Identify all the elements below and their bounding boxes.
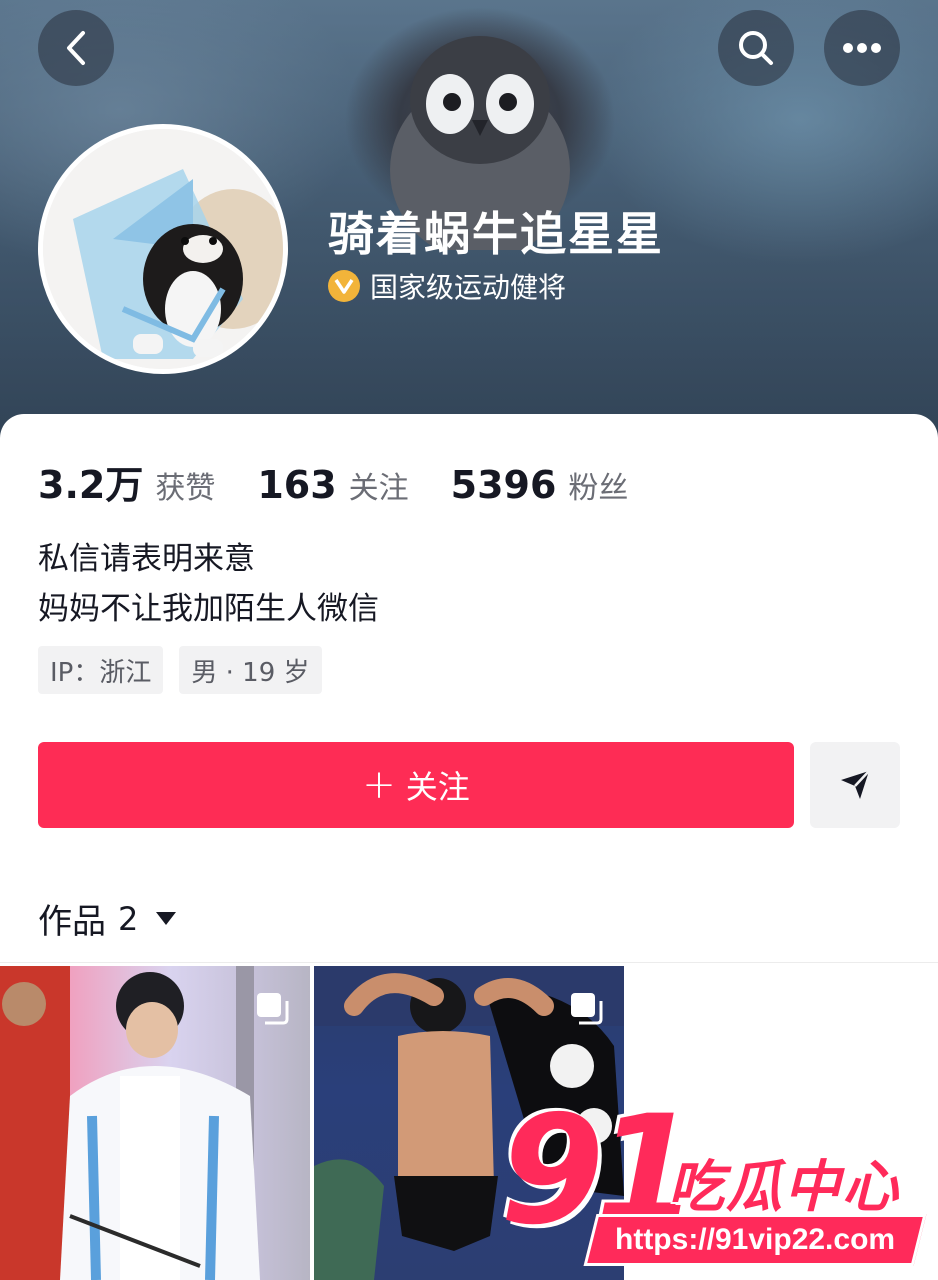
work-thumbnail[interactable] [0, 966, 310, 1280]
send-message-icon [841, 770, 870, 799]
stat-label: 关注 [348, 471, 409, 506]
stat-following[interactable]: 163 关注 [257, 463, 408, 507]
profile-cover: 骑着蜗牛追星星 国家级运动健将 [0, 0, 938, 440]
stat-label: 粉丝 [568, 471, 629, 506]
follow-button-label: 关注 [405, 768, 470, 806]
follow-button[interactable]: + 关注 [38, 742, 794, 828]
stats-row: 3.2万 获赞 163 关注 5396 粉丝 [38, 454, 670, 509]
stat-label: 获赞 [155, 471, 216, 506]
stat-value: 5396 [450, 463, 557, 507]
multi-image-icon [571, 993, 603, 1025]
ip-location-tag: IP：浙江 [38, 646, 164, 694]
stat-value: 163 [257, 463, 337, 507]
works-count: 2 [118, 899, 139, 938]
certification-text: 国家级运动健将 [370, 271, 567, 304]
more-dots-icon [843, 43, 881, 53]
bio-line: 私信请表明来意 [38, 541, 255, 577]
certification-row: 国家级运动健将 [328, 266, 566, 306]
search-button[interactable] [718, 10, 794, 86]
works-tab-label: 作品 [38, 902, 106, 942]
watermark-url-banner: https://91vip22.com [583, 1214, 927, 1266]
works-tab[interactable]: 作品 2 [38, 894, 177, 943]
profile-nickname: 骑着蜗牛追星星 [328, 207, 664, 261]
watermark-url: https://91vip22.com [614, 1223, 896, 1256]
multi-image-icon [257, 993, 289, 1025]
watermark-logo: 91 吃瓜中心 https://91vip22.com [470, 1096, 938, 1280]
send-message-button[interactable] [810, 742, 900, 828]
stat-followers[interactable]: 5396 粉丝 [451, 463, 629, 507]
watermark-text: 吃瓜中心 [668, 1155, 900, 1220]
chevron-left-icon [67, 31, 85, 65]
avatar[interactable] [38, 124, 288, 374]
profile-bio: 私信请表明来意 妈妈不让我加陌生人微信 [38, 534, 379, 634]
verified-badge-icon [328, 270, 360, 302]
plus-icon: + [362, 762, 396, 808]
stat-likes[interactable]: 3.2万 获赞 [38, 454, 215, 509]
tab-divider [0, 962, 938, 963]
profile-tags: IP：浙江 男 · 19 岁 [38, 646, 322, 694]
bio-line: 妈妈不让我加陌生人微信 [38, 591, 379, 627]
gender-age-tag: 男 · 19 岁 [179, 646, 322, 694]
avatar-dog-image [43, 129, 283, 369]
search-icon [739, 31, 773, 65]
caret-down-icon [156, 912, 177, 925]
more-button[interactable] [824, 10, 900, 86]
stat-value: 3.2万 [38, 463, 144, 507]
back-button[interactable] [38, 10, 114, 86]
